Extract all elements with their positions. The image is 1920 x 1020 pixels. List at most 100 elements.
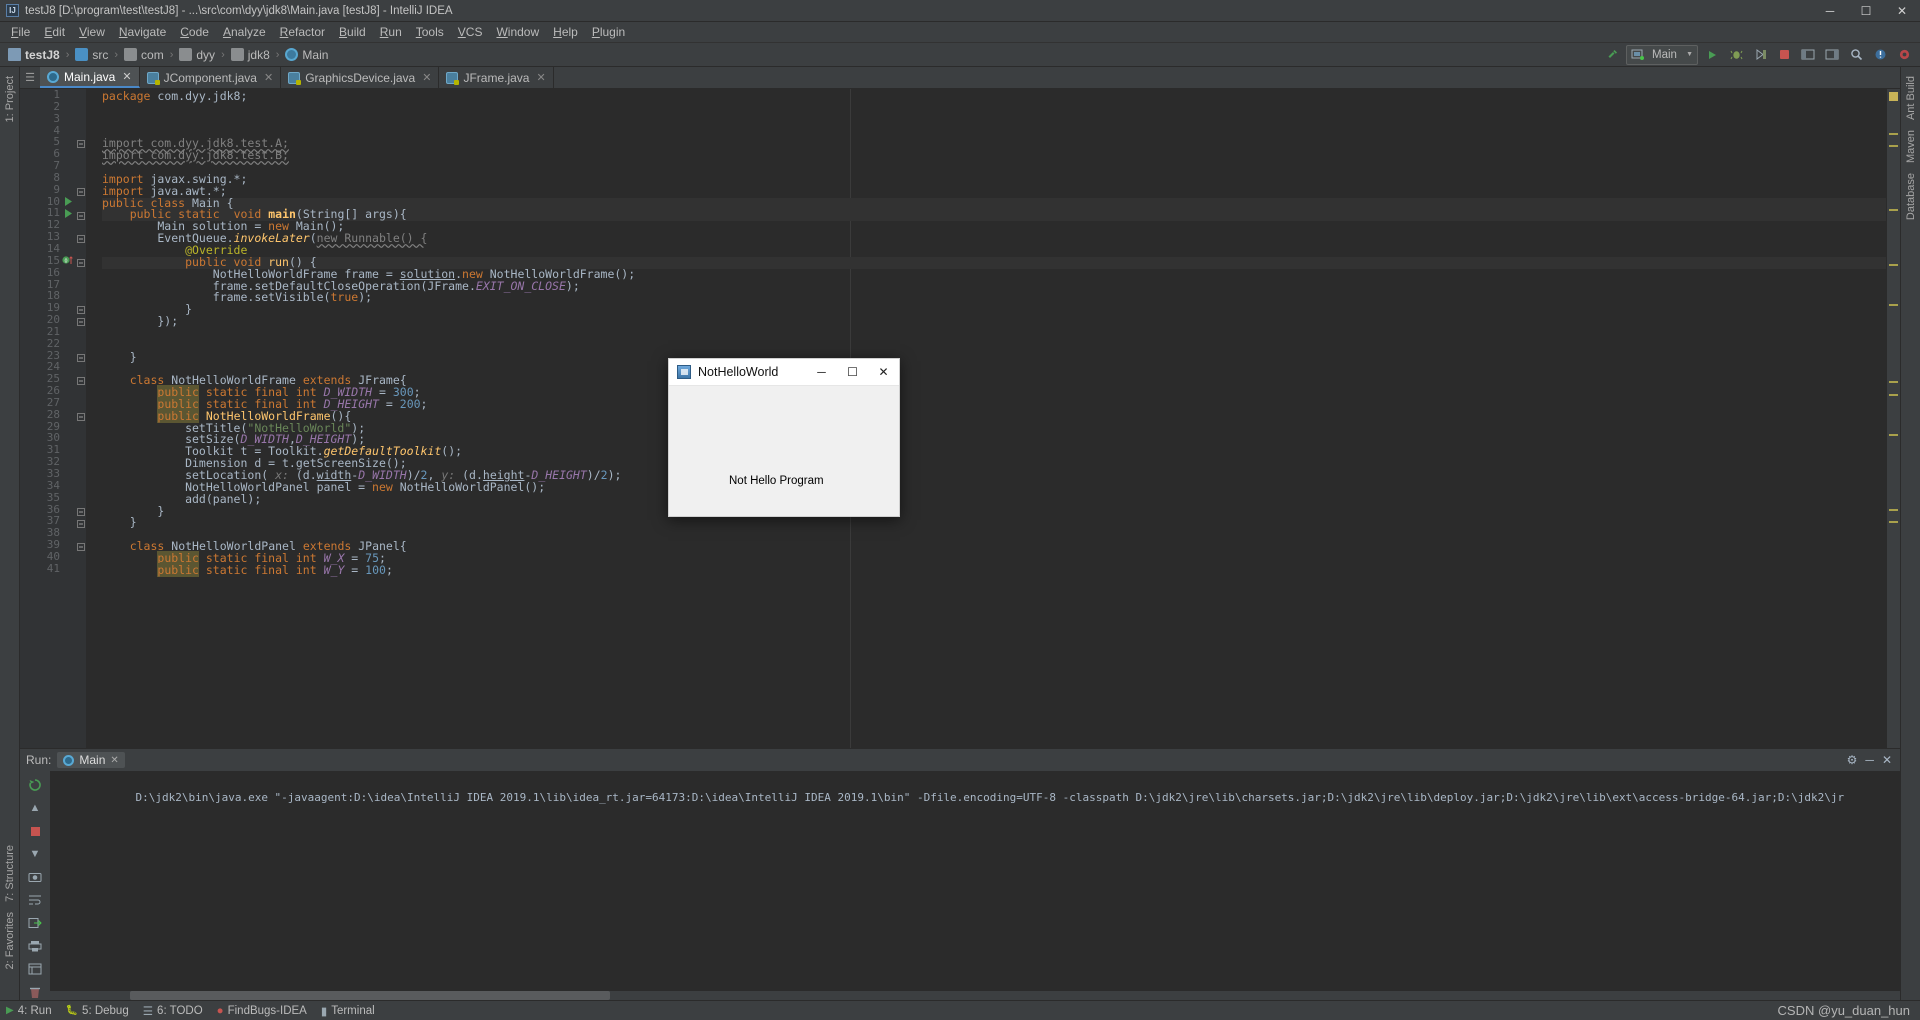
run-gutter-icon[interactable] bbox=[64, 196, 75, 208]
code-line[interactable]: import com.dyy.jdk8.test.A; bbox=[102, 137, 1886, 150]
stop-button[interactable] bbox=[1774, 45, 1794, 65]
menu-item-edit[interactable]: Edit bbox=[37, 23, 72, 41]
close-icon[interactable]: ✕ bbox=[536, 71, 545, 84]
swing-maximize-button[interactable]: ☐ bbox=[837, 359, 868, 386]
camera-icon[interactable] bbox=[27, 869, 43, 885]
sidebar-item-structure[interactable]: 7: Structure bbox=[4, 840, 16, 907]
breadcrumb-item-main[interactable]: Main bbox=[283, 48, 330, 62]
maximize-button[interactable]: ☐ bbox=[1848, 0, 1884, 22]
code-line[interactable]: NotHelloWorldPanel panel = new NotHelloW… bbox=[102, 481, 1886, 494]
close-icon[interactable]: ✕ bbox=[110, 755, 118, 766]
code-line[interactable] bbox=[102, 103, 1886, 115]
swing-application-window[interactable]: NotHelloWorld ─ ☐ ✕ Not Hello Program bbox=[668, 358, 900, 517]
search-icon[interactable] bbox=[1846, 45, 1866, 65]
editor-tab-jframe[interactable]: JFrame.java ✕ bbox=[439, 67, 554, 88]
code-line[interactable]: public static void main(String[] args){ bbox=[102, 209, 1886, 222]
code-line[interactable] bbox=[102, 340, 1886, 352]
console-output[interactable]: D:\jdk2\bin\java.exe "-javaagent:D:\idea… bbox=[50, 771, 1900, 1000]
code-line[interactable]: @Override bbox=[102, 244, 1886, 257]
code-line[interactable]: import java.awt.*; bbox=[102, 185, 1886, 198]
sidebar-item-favorites[interactable]: 2: Favorites bbox=[4, 907, 16, 974]
code-editor[interactable]: package com.dyy.jdk8; import com.dyy.jdk… bbox=[86, 89, 1886, 748]
scroll-down-icon[interactable]: ▼ bbox=[27, 846, 43, 862]
sidebar-item-maven[interactable]: Maven bbox=[1905, 125, 1917, 168]
menu-item-analyze[interactable]: Analyze bbox=[216, 23, 273, 41]
code-line[interactable]: } bbox=[102, 303, 1886, 316]
menu-item-help[interactable]: Help bbox=[546, 23, 585, 41]
minimize-button[interactable]: ─ bbox=[1812, 0, 1848, 22]
menu-item-refactor[interactable]: Refactor bbox=[273, 23, 332, 41]
menu-item-run[interactable]: Run bbox=[373, 23, 409, 41]
editor-tab-graphicsdevice[interactable]: GraphicsDevice.java ✕ bbox=[281, 67, 440, 88]
sidebar-item-ant-build[interactable]: Ant Build bbox=[1905, 71, 1917, 125]
run-minimize-icon[interactable]: ─ bbox=[1865, 753, 1874, 767]
menu-item-navigate[interactable]: Navigate bbox=[112, 23, 173, 41]
settings-gear-icon[interactable] bbox=[1894, 45, 1914, 65]
run-close-icon[interactable]: ✕ bbox=[1882, 753, 1892, 767]
wrap-icon[interactable] bbox=[27, 961, 43, 977]
code-line[interactable] bbox=[102, 115, 1886, 127]
editor-tab-jcomponent[interactable]: JComponent.java ✕ bbox=[139, 67, 282, 88]
code-line[interactable]: package com.dyy.jdk8; bbox=[102, 90, 1886, 103]
code-line[interactable]: } bbox=[102, 351, 1886, 364]
status-findbugs[interactable]: ● FindBugs-IDEA bbox=[217, 1005, 307, 1017]
code-line[interactable]: import com.dyy.jdk8.test.B; bbox=[102, 149, 1886, 162]
close-icon[interactable]: ✕ bbox=[422, 71, 431, 84]
code-line[interactable] bbox=[102, 127, 1886, 139]
code-line[interactable]: import javax.swing.*; bbox=[102, 173, 1886, 186]
breadcrumb-item-com[interactable]: com bbox=[122, 48, 166, 62]
status-run[interactable]: ▶ 4: Run bbox=[6, 1005, 52, 1017]
code-line[interactable] bbox=[102, 328, 1886, 340]
status-terminal[interactable]: ▮ Terminal bbox=[321, 1004, 375, 1018]
inspection-status-icon[interactable] bbox=[1889, 92, 1898, 101]
code-line[interactable]: }); bbox=[102, 315, 1886, 328]
code-line[interactable]: } bbox=[102, 505, 1886, 518]
run-tab-main[interactable]: Main ✕ bbox=[57, 752, 125, 768]
code-line[interactable]: EventQueue.invokeLater(new Runnable() { bbox=[102, 232, 1886, 245]
code-line[interactable]: add(panel); bbox=[102, 493, 1886, 506]
status-todo[interactable]: ☰ 6: TODO bbox=[143, 1004, 203, 1018]
editor-gutter[interactable]: 1 2 3 4 5 6 7 8 9 10 11 12 13 14 15 16 17 18 19 20 21 22 23 24 2… bbox=[20, 89, 86, 748]
breadcrumb-item-testj8[interactable]: testJ8 bbox=[6, 48, 62, 62]
export-icon[interactable] bbox=[27, 915, 43, 931]
code-line[interactable]: public NotHelloWorldFrame(){ bbox=[102, 408, 1886, 423]
rerun-icon[interactable] bbox=[27, 777, 43, 793]
coverage-button[interactable] bbox=[1750, 45, 1770, 65]
print-icon[interactable] bbox=[27, 938, 43, 954]
menu-item-view[interactable]: View bbox=[72, 23, 112, 41]
breadcrumb-item-jdk8[interactable]: jdk8 bbox=[229, 48, 272, 62]
menu-item-window[interactable]: Window bbox=[489, 23, 546, 41]
debug-button[interactable] bbox=[1726, 45, 1746, 65]
menu-item-build[interactable]: Build bbox=[332, 23, 373, 41]
clear-all-icon[interactable] bbox=[27, 984, 43, 1000]
menu-item-plugin[interactable]: Plugin bbox=[585, 23, 632, 41]
close-button[interactable]: ✕ bbox=[1884, 0, 1920, 22]
code-line[interactable]: public static final int W_Y = 100; bbox=[102, 562, 1886, 577]
breadcrumb-item-dyy[interactable]: dyy bbox=[177, 48, 217, 62]
code-line[interactable]: public static final int D_HEIGHT = 200; bbox=[102, 396, 1886, 411]
sidebar-item-database[interactable]: Database bbox=[1905, 168, 1917, 225]
menu-item-code[interactable]: Code bbox=[173, 23, 216, 41]
code-line[interactable]: } bbox=[102, 517, 1886, 529]
breadcrumb-item-src[interactable]: src bbox=[73, 48, 110, 62]
override-marker-icon[interactable]: O bbox=[62, 255, 73, 266]
updates-icon[interactable] bbox=[1870, 45, 1890, 65]
pin-tab-icon[interactable]: ☰ bbox=[20, 67, 40, 88]
menu-item-file[interactable]: File bbox=[4, 23, 37, 41]
run-configuration-selector[interactable]: Main ▼ bbox=[1626, 44, 1698, 65]
stop-icon[interactable] bbox=[27, 823, 43, 839]
error-stripe[interactable] bbox=[1886, 89, 1900, 748]
swing-minimize-button[interactable]: ─ bbox=[806, 359, 837, 386]
status-debug[interactable]: 🐛 5: Debug bbox=[66, 1005, 129, 1017]
close-icon[interactable]: ✕ bbox=[264, 71, 273, 84]
menu-item-tools[interactable]: Tools bbox=[409, 23, 451, 41]
code-line[interactable] bbox=[102, 162, 1886, 174]
code-content[interactable]: package com.dyy.jdk8; import com.dyy.jdk… bbox=[102, 90, 1886, 577]
code-line[interactable]: setTitle("NotHelloWorld"); bbox=[102, 422, 1886, 435]
swing-close-button[interactable]: ✕ bbox=[868, 359, 899, 386]
run-gutter-icon[interactable] bbox=[64, 208, 75, 220]
sidebar-item-project[interactable]: 1: Project bbox=[4, 71, 16, 127]
layout-icon[interactable] bbox=[1798, 45, 1818, 65]
run-settings-gear-icon[interactable]: ⚙ bbox=[1847, 753, 1858, 767]
close-icon[interactable]: ✕ bbox=[122, 70, 131, 83]
